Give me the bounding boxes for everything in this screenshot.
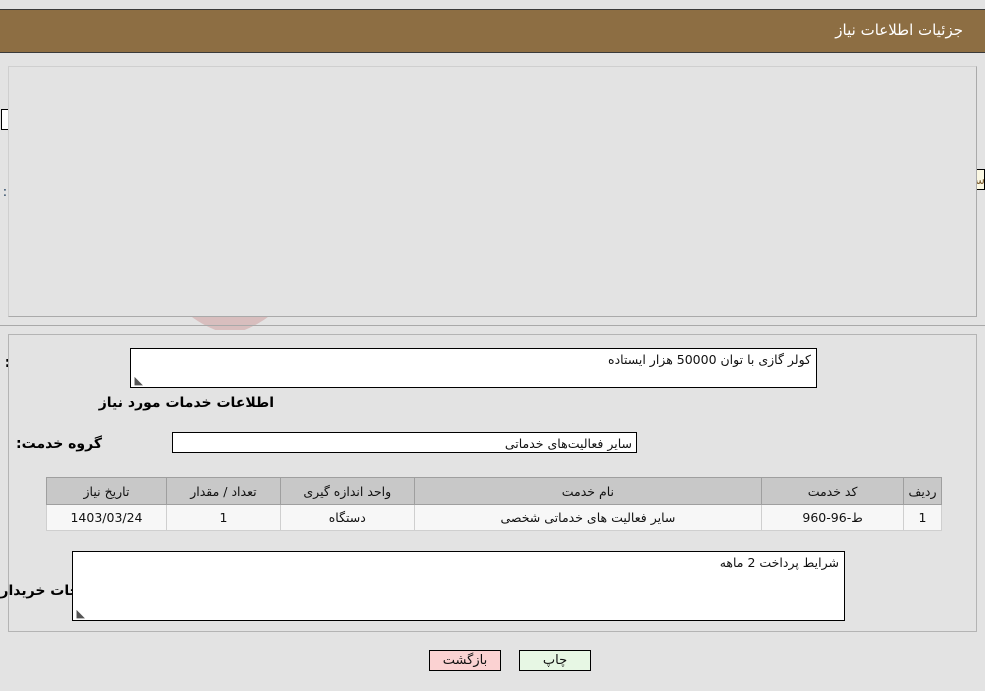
services-table: ردیف کد خدمت نام خدمت واحد اندازه گیری ت… [46, 477, 942, 531]
buyer-notes-value: شرایط پرداخت 2 ماهه [719, 555, 839, 570]
col-header-quantity: تعداد / مقدار [165, 477, 281, 505]
services-heading: اطلاعات خدمات مورد نیاز [98, 395, 274, 411]
col-header-code: کد خدمت [761, 477, 905, 505]
cell-quantity: 1 [165, 504, 281, 531]
col-header-row-no: ردیف [903, 477, 942, 505]
cell-date: 1403/03/24 [46, 504, 167, 531]
need-info-panel [8, 66, 977, 317]
cell-name: سایر فعالیت های خدماتی شخصی [413, 504, 763, 531]
resize-grip-icon[interactable]: ◣ [133, 375, 143, 386]
col-header-date: تاریخ نیاز [46, 477, 167, 505]
table-row: 1 ط-96-960 سایر فعالیت های خدماتی شخصی د… [46, 504, 942, 531]
page-root: AriaTender.net جزئیات اطلاعات نیاز شماره… [0, 0, 985, 691]
col-header-unit: واحد اندازه گیری [279, 477, 415, 505]
back-button[interactable]: بازگشت [429, 650, 501, 671]
section-divider [0, 325, 985, 326]
resize-grip-icon-2[interactable]: ◣ [75, 608, 85, 619]
cell-unit: دستگاه [279, 504, 415, 531]
general-desc-textarea[interactable]: کولر گازی با توان 50000 هزار ایستاده ◣ [130, 348, 817, 388]
general-desc-value: کولر گازی با توان 50000 هزار ایستاده [608, 352, 811, 367]
table-header-row: ردیف کد خدمت نام خدمت واحد اندازه گیری ت… [46, 477, 942, 505]
window-titlebar: جزئیات اطلاعات نیاز [0, 9, 985, 53]
col-header-name: نام خدمت [413, 477, 763, 505]
buyer-notes-textarea[interactable]: شرایط پرداخت 2 ماهه ◣ [72, 551, 845, 621]
service-group-label: گروه خدمت: [16, 436, 102, 452]
page-title: جزئیات اطلاعات نیاز [835, 21, 963, 39]
cell-row-no: 1 [903, 504, 942, 531]
service-group-value: سایر فعالیت‌های خدماتی [172, 432, 637, 453]
print-button[interactable]: چاپ [519, 650, 591, 671]
cell-code: ط-96-960 [761, 504, 905, 531]
